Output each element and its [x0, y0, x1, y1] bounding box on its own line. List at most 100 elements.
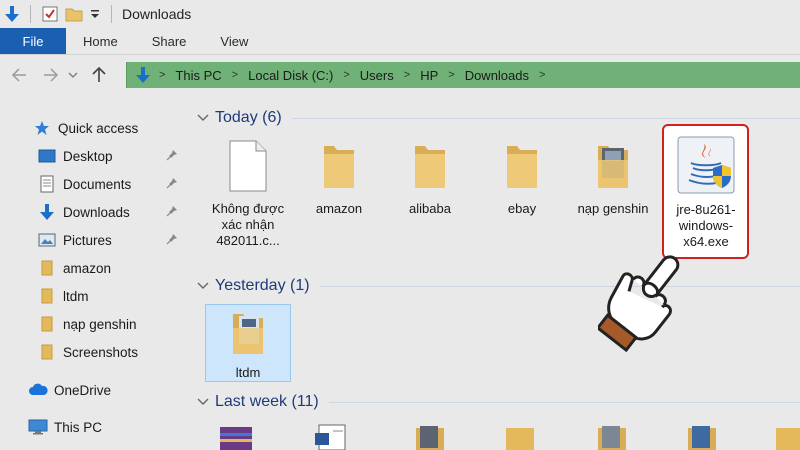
- sidebar-item-label: Pictures: [63, 232, 112, 248]
- downloads-location-icon: [135, 66, 151, 84]
- tab-share[interactable]: Share: [135, 28, 204, 54]
- folder-name: alibaba: [409, 201, 451, 216]
- back-button[interactable]: [6, 62, 32, 88]
- pin-icon[interactable]: [166, 233, 178, 248]
- pin-icon[interactable]: [166, 205, 178, 220]
- folder-item[interactable]: nạp genshin: [571, 140, 655, 217]
- folder-icon[interactable]: [770, 425, 800, 450]
- sidebar-item-onedrive[interactable]: OneDrive: [0, 377, 190, 403]
- folder-icon: [409, 140, 451, 197]
- document-icon[interactable]: [313, 423, 353, 450]
- crumb-separator-icon[interactable]: >: [539, 69, 545, 81]
- tab-home[interactable]: Home: [66, 28, 135, 54]
- document-icon: [227, 140, 269, 197]
- sidebar-item-this-pc[interactable]: This PC: [0, 414, 190, 440]
- folder-item[interactable]: amazon: [297, 140, 381, 217]
- group-title: Yesterday (1): [215, 277, 310, 294]
- folder-item-ltdm[interactable]: ltdm: [206, 310, 290, 381]
- group-title: Last week (11): [215, 393, 319, 410]
- archive-file-icon[interactable]: [216, 425, 256, 450]
- folder-item[interactable]: ebay: [480, 140, 564, 217]
- forward-button[interactable]: [38, 62, 64, 88]
- java-installer-icon: [677, 136, 735, 199]
- properties-check-icon[interactable]: [41, 5, 59, 23]
- documents-icon: [37, 175, 57, 193]
- crumb-downloads[interactable]: Downloads: [465, 68, 529, 83]
- folder-icon: [37, 287, 57, 305]
- group-header-yesterday[interactable]: Yesterday (1): [190, 273, 800, 299]
- group-header-last-week[interactable]: Last week (11): [190, 389, 800, 415]
- pin-icon[interactable]: [166, 177, 178, 192]
- sidebar-item-label: nạp genshin: [63, 316, 137, 332]
- crumb-separator-icon[interactable]: >: [448, 69, 454, 81]
- folder-icon: [37, 315, 57, 333]
- sidebar-item-label: Downloads: [63, 204, 130, 220]
- sidebar-item-pictures[interactable]: Pictures: [0, 227, 190, 253]
- folder-preview-icon[interactable]: [682, 425, 722, 450]
- address-bar[interactable]: > This PC > Local Disk (C:) > Users > HP…: [126, 62, 800, 88]
- group-divider: [328, 401, 800, 403]
- quick-access-toolbar: [4, 5, 116, 23]
- folder-name: ebay: [507, 201, 537, 216]
- sidebar-item-label: Desktop: [63, 148, 113, 164]
- back-arrow-icon: [11, 68, 26, 82]
- sidebar-item-quick-access[interactable]: Quick access: [0, 115, 190, 141]
- sidebar-item-label: amazon: [63, 260, 112, 276]
- crumb-users[interactable]: Users: [360, 68, 394, 83]
- sidebar-item-amazon[interactable]: amazon: [0, 255, 190, 281]
- file-name: jre-8u261-windows-x64.exe: [676, 202, 736, 249]
- forward-arrow-icon: [44, 68, 59, 82]
- folder-icon: [501, 140, 543, 197]
- folder-preview-icon[interactable]: [410, 425, 450, 450]
- recent-locations-button[interactable]: [66, 62, 80, 88]
- chevron-down-icon[interactable]: [194, 398, 212, 406]
- folder-preview-icon: [227, 310, 269, 363]
- group-title: Today (6): [215, 109, 282, 126]
- file-item-java-installer[interactable]: jre-8u261-windows-x64.exe: [664, 136, 748, 250]
- cloud-icon: [28, 381, 48, 399]
- folder-name: ltdm: [235, 365, 261, 380]
- toolbar-separator: [111, 5, 112, 23]
- folder-icon[interactable]: [500, 425, 540, 450]
- chevron-down-icon[interactable]: [194, 282, 212, 290]
- up-arrow-icon: [92, 67, 106, 82]
- folder-icon: [318, 140, 360, 197]
- up-button[interactable]: [86, 62, 112, 88]
- crumb-separator-icon[interactable]: >: [404, 69, 410, 81]
- folder-icon: [37, 259, 57, 277]
- folder-name: amazon: [315, 201, 363, 216]
- sidebar-item-desktop[interactable]: Desktop: [0, 143, 190, 169]
- tab-view[interactable]: View: [203, 28, 265, 54]
- crumb-separator-icon[interactable]: >: [232, 69, 238, 81]
- navigation-bar: > This PC > Local Disk (C:) > Users > HP…: [0, 55, 800, 95]
- pictures-icon: [37, 231, 57, 249]
- group-divider: [291, 117, 800, 119]
- sidebar-item-label: Quick access: [58, 120, 139, 136]
- computer-icon: [28, 418, 48, 436]
- folder-preview-icon[interactable]: [592, 425, 632, 450]
- crumb-separator-icon[interactable]: >: [343, 69, 349, 81]
- sidebar-item-label: OneDrive: [54, 382, 112, 398]
- crumb-hp[interactable]: HP: [420, 68, 438, 83]
- file-name: Không được xác nhận 482011.c...: [211, 201, 285, 248]
- new-folder-icon[interactable]: [65, 6, 83, 22]
- sidebar-item-downloads[interactable]: Downloads: [0, 199, 190, 225]
- chevron-down-icon[interactable]: [194, 114, 212, 122]
- sidebar-item-label: ltdm: [63, 288, 89, 304]
- sidebar-item-label: Screenshots: [63, 344, 139, 360]
- sidebar-item-ltdm[interactable]: ltdm: [0, 283, 190, 309]
- pin-icon[interactable]: [166, 149, 178, 164]
- customize-dropdown-icon[interactable]: [89, 8, 101, 20]
- sidebar-item-nap-genshin[interactable]: nạp genshin: [0, 311, 190, 337]
- folder-item[interactable]: alibaba: [388, 140, 472, 217]
- sidebar-item-documents[interactable]: Documents: [0, 171, 190, 197]
- tab-file[interactable]: File: [0, 28, 66, 54]
- sidebar-item-screenshots[interactable]: Screenshots: [0, 339, 190, 365]
- title-bar: Downloads: [0, 0, 800, 28]
- ribbon-tabs: File Home Share View: [0, 28, 800, 55]
- crumb-local-disk[interactable]: Local Disk (C:): [248, 68, 333, 83]
- downloads-icon: [37, 203, 57, 221]
- crumb-this-pc[interactable]: This PC: [175, 68, 221, 83]
- file-item[interactable]: Không được xác nhận 482011.c...: [206, 140, 290, 249]
- download-arrow-icon[interactable]: [4, 5, 20, 23]
